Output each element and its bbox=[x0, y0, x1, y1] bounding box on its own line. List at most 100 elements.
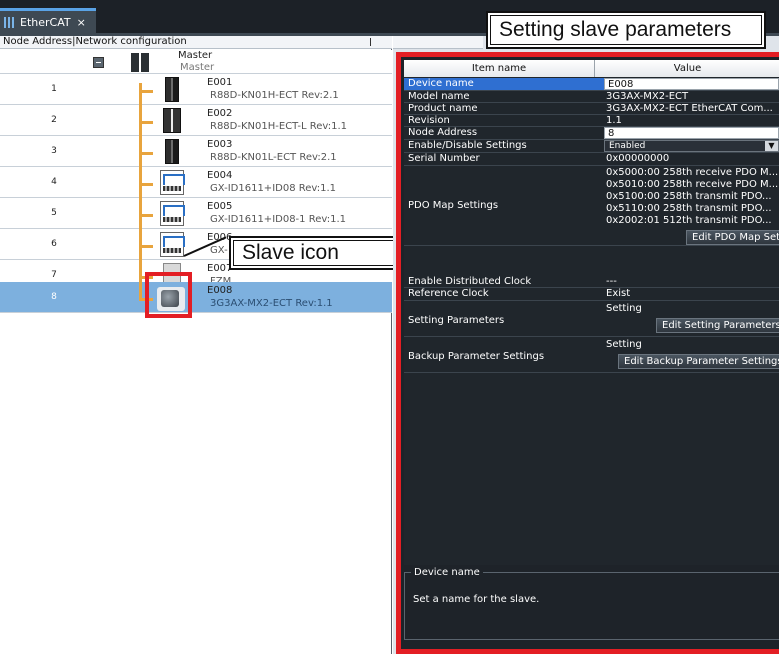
description-text: Set a name for the slave. bbox=[413, 594, 540, 605]
prop-label: Serial Number bbox=[408, 153, 480, 164]
prop-value: Exist bbox=[606, 288, 631, 299]
slave-icon-callout-text: Slave icon bbox=[242, 241, 339, 264]
prop-value: --- bbox=[606, 276, 617, 287]
device-model: GX-ID1611+ID08-1 Rev:1.1 bbox=[210, 214, 347, 225]
network-header-label: Node Address|Network configuration bbox=[3, 36, 187, 47]
prop-label: Node Address bbox=[408, 127, 478, 138]
master-row[interactable]: Master Master bbox=[0, 50, 392, 74]
device-name: E001 bbox=[207, 77, 233, 88]
node-address: 3 bbox=[51, 146, 57, 156]
prop-reference-clock[interactable]: Reference Clock Exist bbox=[404, 288, 779, 301]
digital-io-icon[interactable] bbox=[160, 201, 185, 226]
network-header: Node Address|Network configuration bbox=[0, 36, 392, 49]
prop-pdo-map[interactable]: PDO Map Settings 0x5000:00 258th receive… bbox=[404, 166, 779, 246]
setting-parameters-callout: Setting slave parameters bbox=[486, 11, 766, 49]
network-configuration-panel: Node Address|Network configuration Maste… bbox=[0, 36, 392, 654]
connection-branch bbox=[139, 245, 153, 248]
ethercat-icon bbox=[4, 16, 16, 28]
prop-label: Backup Parameter Settings bbox=[408, 351, 545, 362]
column-resize-handle[interactable] bbox=[370, 38, 371, 46]
node-address: 8 bbox=[51, 292, 57, 302]
slave-row-4[interactable]: 4 E004 GX-ID1611+ID08 Rev:1.1 bbox=[0, 167, 392, 198]
edit-backup-parameter-settings-button[interactable]: Edit Backup Parameter Settings bbox=[618, 354, 779, 369]
prop-value: 1.1 bbox=[606, 115, 622, 126]
prop-label: Device name bbox=[408, 78, 474, 89]
slave-icon-highlight bbox=[145, 272, 192, 318]
node-address: 5 bbox=[51, 208, 57, 218]
device-model: 3G3AX-MX2-ECT Rev:1.1 bbox=[210, 298, 333, 309]
chevron-down-icon[interactable]: ▼ bbox=[765, 141, 778, 151]
prop-enable-disable[interactable]: Enable/Disable Settings Enabled ▼ bbox=[404, 140, 779, 153]
slave-row-1[interactable]: 1 E001 R88D-KN01H-ECT Rev:2.1 bbox=[0, 74, 392, 105]
prop-serial-number[interactable]: Serial Number 0x00000000 bbox=[404, 153, 779, 166]
connection-branch bbox=[139, 121, 153, 124]
connection-branch bbox=[139, 152, 153, 155]
setting-parameters-callout-text: Setting slave parameters bbox=[499, 18, 732, 41]
collapse-icon[interactable] bbox=[93, 57, 104, 68]
node-address: 2 bbox=[51, 115, 57, 125]
prop-distributed-clock[interactable]: Enable Distributed Clock --- bbox=[404, 276, 779, 288]
connection-branch bbox=[139, 183, 153, 186]
device-model: R88D-KN01H-ECT-L Rev:1.1 bbox=[210, 121, 348, 132]
pdo-map-value: 0x5100:00 258th transmit PDO... bbox=[606, 191, 772, 202]
node-address: 1 bbox=[51, 84, 57, 94]
prop-device-name[interactable]: Device name E008 bbox=[404, 78, 779, 91]
slave-property-grid: Item name Value Device name E008 Model n… bbox=[404, 60, 779, 565]
device-model: GX- bbox=[210, 245, 228, 256]
master-subtitle: Master bbox=[180, 62, 215, 73]
tab-ethercat[interactable]: EtherCAT × bbox=[0, 8, 96, 33]
prop-revision[interactable]: Revision 1.1 bbox=[404, 115, 779, 127]
prop-label: Revision bbox=[408, 115, 450, 126]
servo-drive-icon[interactable] bbox=[165, 139, 179, 164]
node-address: 4 bbox=[51, 177, 57, 187]
slave-row-3[interactable]: 3 E003 R88D-KN01L-ECT Rev:2.1 bbox=[0, 136, 392, 167]
node-address: 6 bbox=[51, 239, 57, 249]
prop-model-name[interactable]: Model name 3G3AX-MX2-ECT bbox=[404, 91, 779, 103]
prop-node-address[interactable]: Node Address 8 bbox=[404, 127, 779, 140]
device-model: GX-ID1611+ID08 Rev:1.1 bbox=[210, 183, 337, 194]
device-name: E005 bbox=[207, 201, 233, 212]
master-controller-icon bbox=[131, 53, 149, 72]
prop-value: Setting bbox=[606, 303, 642, 314]
slave-row-8[interactable]: 8 E008 3G3AX-MX2-ECT Rev:1.1 bbox=[0, 282, 392, 313]
prop-value: 0x00000000 bbox=[606, 153, 670, 164]
pdo-map-value: 0x5010:00 258th receive PDO M... bbox=[606, 179, 779, 190]
servo-drive-icon[interactable] bbox=[165, 77, 179, 102]
prop-label: Enable/Disable Settings bbox=[408, 140, 527, 151]
property-grid-header: Item name Value bbox=[404, 60, 779, 77]
prop-value: Setting bbox=[606, 339, 642, 350]
device-model: R88D-KN01L-ECT Rev:2.1 bbox=[210, 152, 337, 163]
right-panel-header bbox=[393, 36, 483, 49]
column-header-item-name[interactable]: Item name bbox=[404, 60, 595, 77]
prop-backup-parameters[interactable]: Backup Parameter Settings Setting Edit B… bbox=[404, 337, 779, 373]
connection-branch bbox=[139, 90, 153, 93]
column-header-value[interactable]: Value bbox=[596, 60, 779, 77]
slave-row-5[interactable]: 5 E005 GX-ID1611+ID08-1 Rev:1.1 bbox=[0, 198, 392, 229]
prop-value: 3G3AX-MX2-ECT bbox=[606, 91, 689, 102]
node-address-input[interactable]: 8 bbox=[604, 127, 779, 139]
edit-setting-parameters-button[interactable]: Edit Setting Parameters bbox=[656, 318, 779, 333]
prop-setting-parameters[interactable]: Setting Parameters Setting Edit Setting … bbox=[404, 301, 779, 337]
master-name: Master bbox=[178, 50, 213, 61]
device-name: E003 bbox=[207, 139, 233, 150]
tab-label: EtherCAT bbox=[20, 15, 71, 29]
pdo-map-value: 0x2002:01 512th transmit PDO... bbox=[606, 215, 772, 226]
prop-product-name[interactable]: Product name 3G3AX-MX2-ECT EtherCAT Com.… bbox=[404, 103, 779, 115]
select-value: Enabled bbox=[609, 141, 646, 151]
edit-pdo-map-settings-button[interactable]: Edit PDO Map Settings bbox=[686, 230, 779, 245]
close-icon[interactable]: × bbox=[77, 16, 86, 29]
prop-label: Product name bbox=[408, 103, 478, 114]
pdo-map-value: 0x5000:00 258th receive PDO M... bbox=[606, 167, 779, 178]
device-name-input[interactable]: E008 bbox=[604, 78, 779, 90]
prop-label: PDO Map Settings bbox=[408, 200, 499, 211]
prop-label: Model name bbox=[408, 91, 470, 102]
enable-disable-select[interactable]: Enabled ▼ bbox=[604, 140, 779, 152]
slave-row-2[interactable]: 2 E002 R88D-KN01H-ECT-L Rev:1.1 bbox=[0, 105, 392, 136]
device-name: E004 bbox=[207, 170, 233, 181]
pdo-map-value: 0x5110:00 258th transmit PDO... bbox=[606, 203, 772, 214]
digital-io-icon[interactable] bbox=[160, 170, 185, 195]
description-panel: Device name Set a name for the slave. bbox=[404, 567, 779, 640]
digital-io-icon[interactable] bbox=[160, 232, 185, 257]
servo-drive-icon[interactable] bbox=[163, 108, 181, 133]
ethercat-connection-line bbox=[139, 83, 142, 299]
